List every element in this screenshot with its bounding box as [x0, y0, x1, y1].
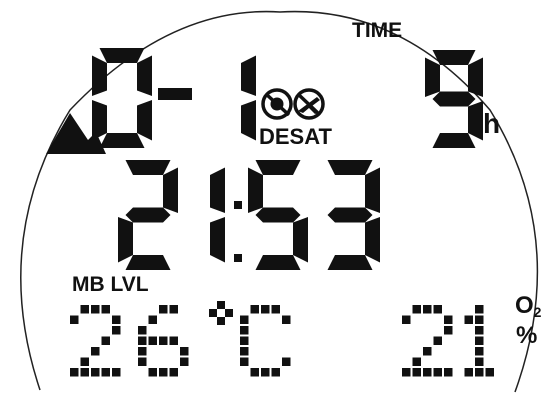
- percent-label: %: [516, 322, 538, 349]
- dive-computer-display: TIME DESAT h MB LVL O2 %: [0, 0, 560, 401]
- degree-symbol: [209, 301, 233, 325]
- mb-level-label: MB LVL: [72, 273, 149, 296]
- desat-label: DESAT: [259, 124, 332, 149]
- hours-unit: h: [483, 108, 501, 139]
- o2-label: O2: [515, 292, 542, 320]
- time-label: TIME: [352, 19, 403, 42]
